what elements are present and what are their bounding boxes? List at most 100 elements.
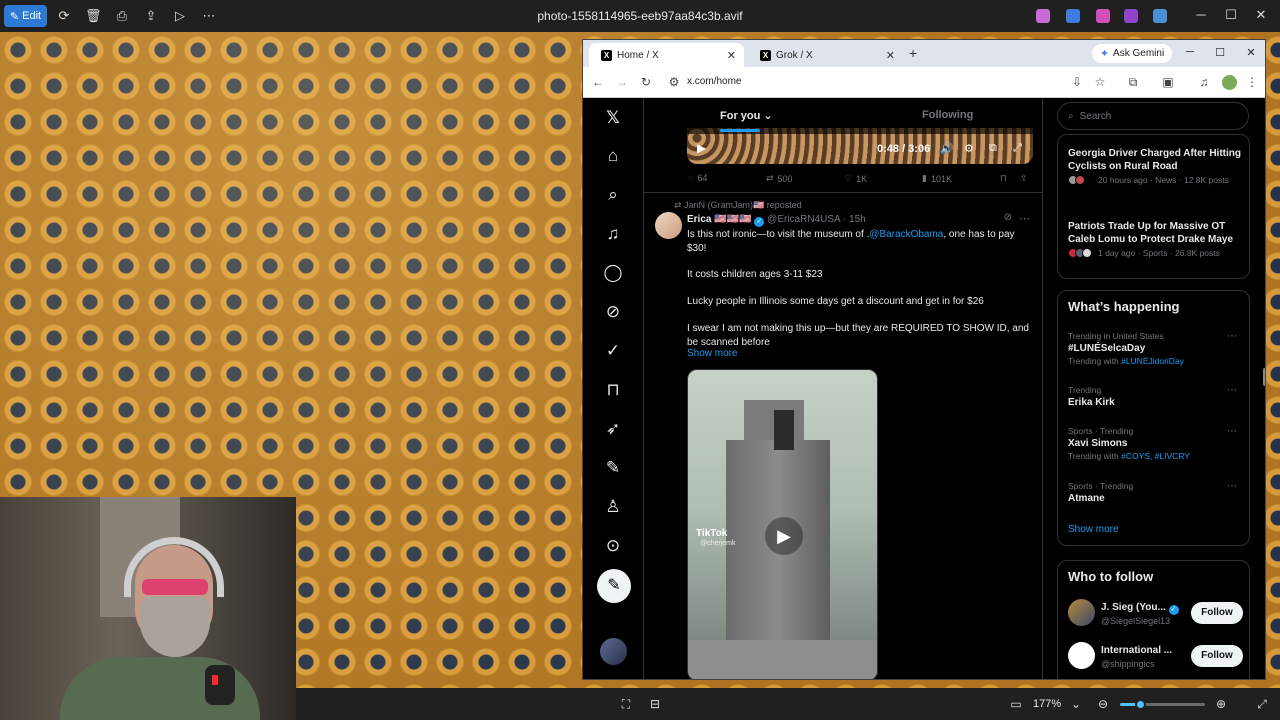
- trend-more-icon[interactable]: ⋯: [1227, 385, 1237, 396]
- forward-icon[interactable]: →: [615, 75, 629, 89]
- compose-post-button[interactable]: ✎: [597, 569, 631, 603]
- avatar[interactable]: [1068, 642, 1095, 669]
- browser-maximize-icon[interactable]: ☐: [1213, 46, 1227, 59]
- fullscreen-icon[interactable]: ⤢: [1255, 697, 1269, 711]
- tab-home-x[interactable]: X Home / X ✕: [589, 43, 744, 67]
- browser-menu-icon[interactable]: ⋮: [1245, 75, 1259, 89]
- app-icon-blue[interactable]: [1066, 9, 1080, 23]
- communities-icon[interactable]: ✓: [603, 341, 623, 361]
- articles-icon[interactable]: ✎: [603, 458, 623, 478]
- chevron-down-icon[interactable]: ⌄: [1069, 697, 1083, 711]
- scan-text-icon[interactable]: ⊟: [648, 697, 662, 711]
- zoom-slider-thumb[interactable]: [1135, 699, 1146, 710]
- close-icon[interactable]: ✕: [1252, 7, 1270, 23]
- author-name[interactable]: Erica 🇺🇸🇺🇸🇺🇸: [687, 214, 752, 225]
- url-field[interactable]: x.com/home: [687, 76, 741, 87]
- news-item[interactable]: Georgia Driver Charged After Hitting Cyc…: [1068, 147, 1243, 187]
- follow-suggestion[interactable]: J. Sieg (You... ✓ @SiegelSiegel13 Follow: [1068, 599, 1243, 629]
- copilot-icon[interactable]: [1036, 9, 1050, 23]
- tab-following[interactable]: Following: [922, 109, 973, 121]
- author-handle[interactable]: @EricaRN4USA: [767, 214, 840, 225]
- trend-item[interactable]: Trending Erika Kirk ⋯: [1068, 385, 1243, 408]
- ask-gemini-button[interactable]: ✦ Ask Gemini: [1092, 44, 1172, 63]
- share-icon[interactable]: ⇪: [1020, 173, 1028, 184]
- x-logo-icon[interactable]: 𝕏: [603, 108, 623, 128]
- trends-show-more-link[interactable]: Show more: [1068, 524, 1119, 535]
- home-icon[interactable]: ⌂: [603, 146, 623, 166]
- scrollbar-thumb[interactable]: [1263, 368, 1265, 386]
- avatar[interactable]: [1068, 599, 1095, 626]
- browser-minimize-icon[interactable]: ─: [1183, 46, 1197, 58]
- media-controls-icon[interactable]: ♫: [1197, 75, 1211, 89]
- post-avatar[interactable]: [655, 212, 682, 239]
- zoom-slider[interactable]: [1120, 699, 1205, 710]
- volume-icon[interactable]: 🔊: [940, 142, 954, 155]
- install-app-icon[interactable]: ⇩: [1070, 75, 1084, 89]
- close-tab-icon[interactable]: ✕: [886, 49, 895, 62]
- show-more-link[interactable]: Show more: [687, 348, 738, 359]
- trend-with-link[interactable]: #COYS, #LIVCRY: [1121, 451, 1190, 461]
- video-fullscreen-icon[interactable]: ⤢: [1013, 142, 1022, 155]
- extensions-icon[interactable]: ⧉: [1126, 75, 1140, 89]
- split-view-icon[interactable]: ▣: [1161, 75, 1175, 89]
- search-input[interactable]: ⌕ Search: [1057, 102, 1249, 130]
- views-button[interactable]: ▮ 101K: [922, 173, 952, 184]
- site-info-icon[interactable]: ⚙: [667, 75, 681, 89]
- post-text-paragraph: Lucky people in Illinois some days get a…: [687, 296, 984, 307]
- trend-more-icon[interactable]: ⋯: [1227, 331, 1237, 342]
- zoom-level[interactable]: 177%: [1033, 698, 1061, 710]
- follow-button[interactable]: Follow: [1191, 602, 1243, 624]
- tab-for-you[interactable]: For you ⌄: [720, 109, 773, 122]
- fit-icon[interactable]: ▭: [1009, 697, 1023, 711]
- video-play-icon[interactable]: ▶: [765, 517, 803, 555]
- reply-button[interactable]: ◌ 64: [688, 173, 707, 183]
- trend-item[interactable]: Sports · Trending Xavi Simons Trending w…: [1068, 426, 1243, 461]
- pip-icon[interactable]: ⧉: [989, 142, 997, 155]
- grok-icon[interactable]: ⊘: [603, 302, 623, 322]
- repost-button[interactable]: ⇄ 500: [766, 173, 793, 184]
- profile-avatar[interactable]: [1222, 75, 1237, 90]
- cloud-icon[interactable]: [1153, 9, 1167, 23]
- notifications-bell-icon[interactable]: ♫: [603, 224, 623, 244]
- repost-indicator: ⇄ JanN (GramJam)🇺🇸 reposted: [674, 200, 802, 211]
- back-icon[interactable]: ←: [591, 75, 605, 89]
- messages-icon[interactable]: ◯: [603, 263, 623, 283]
- premium-rocket-icon[interactable]: ➶: [603, 419, 623, 439]
- app-icon-pink[interactable]: [1096, 9, 1110, 23]
- reload-icon[interactable]: ↻: [639, 75, 653, 89]
- more-icon[interactable]: ⊙: [603, 536, 623, 556]
- trend-item[interactable]: Trending in United States #LUNÉSelcaDay …: [1068, 331, 1243, 366]
- maximize-icon[interactable]: ☐: [1222, 7, 1240, 23]
- trend-more-icon[interactable]: ⋯: [1227, 426, 1237, 437]
- mention-link[interactable]: @BarackObama: [869, 229, 943, 240]
- news-item[interactable]: Patriots Trade Up for Massive OT Caleb L…: [1068, 220, 1243, 260]
- active-tab-indicator: [720, 129, 760, 132]
- new-tab-icon[interactable]: +: [909, 45, 917, 61]
- follow-suggestion[interactable]: International ... @shippingics Follow: [1068, 642, 1243, 672]
- profile-icon[interactable]: ♙: [603, 497, 623, 517]
- post-more-icon[interactable]: ⋯: [1019, 212, 1030, 225]
- post-time[interactable]: · 15h: [843, 214, 866, 225]
- crop-icon[interactable]: ⛶: [619, 697, 633, 711]
- video-settings-icon[interactable]: ⚙: [964, 142, 974, 155]
- minimize-icon[interactable]: ─: [1192, 7, 1210, 22]
- trend-item[interactable]: Sports · Trending Atmane ⋯: [1068, 481, 1243, 504]
- app-icon-purple[interactable]: [1124, 9, 1138, 23]
- bookmark-star-icon[interactable]: ☆: [1093, 75, 1107, 89]
- zoom-out-icon[interactable]: ⊖: [1096, 697, 1110, 711]
- account-avatar[interactable]: [600, 638, 627, 665]
- browser-close-icon[interactable]: ✕: [1244, 46, 1258, 59]
- grok-explain-icon[interactable]: ⊘: [1004, 212, 1012, 223]
- trend-with-link[interactable]: #LUNÉJidoriDay: [1121, 356, 1184, 366]
- explore-search-icon[interactable]: ⌕: [603, 185, 623, 205]
- bookmarks-icon[interactable]: ⊓: [603, 380, 623, 400]
- trend-more-icon[interactable]: ⋯: [1227, 481, 1237, 492]
- follow-button[interactable]: Follow: [1191, 645, 1243, 667]
- zoom-in-icon[interactable]: ⊕: [1214, 697, 1228, 711]
- bookmark-icon[interactable]: ⊓: [1000, 173, 1007, 184]
- play-icon[interactable]: ▶: [697, 141, 706, 155]
- close-tab-icon[interactable]: ✕: [727, 49, 736, 62]
- post-video[interactable]: TikTok @cherjemk ▶: [687, 369, 878, 679]
- like-button[interactable]: ♡ 1K: [844, 173, 867, 184]
- tab-grok-x[interactable]: X Grok / X ✕: [748, 43, 903, 67]
